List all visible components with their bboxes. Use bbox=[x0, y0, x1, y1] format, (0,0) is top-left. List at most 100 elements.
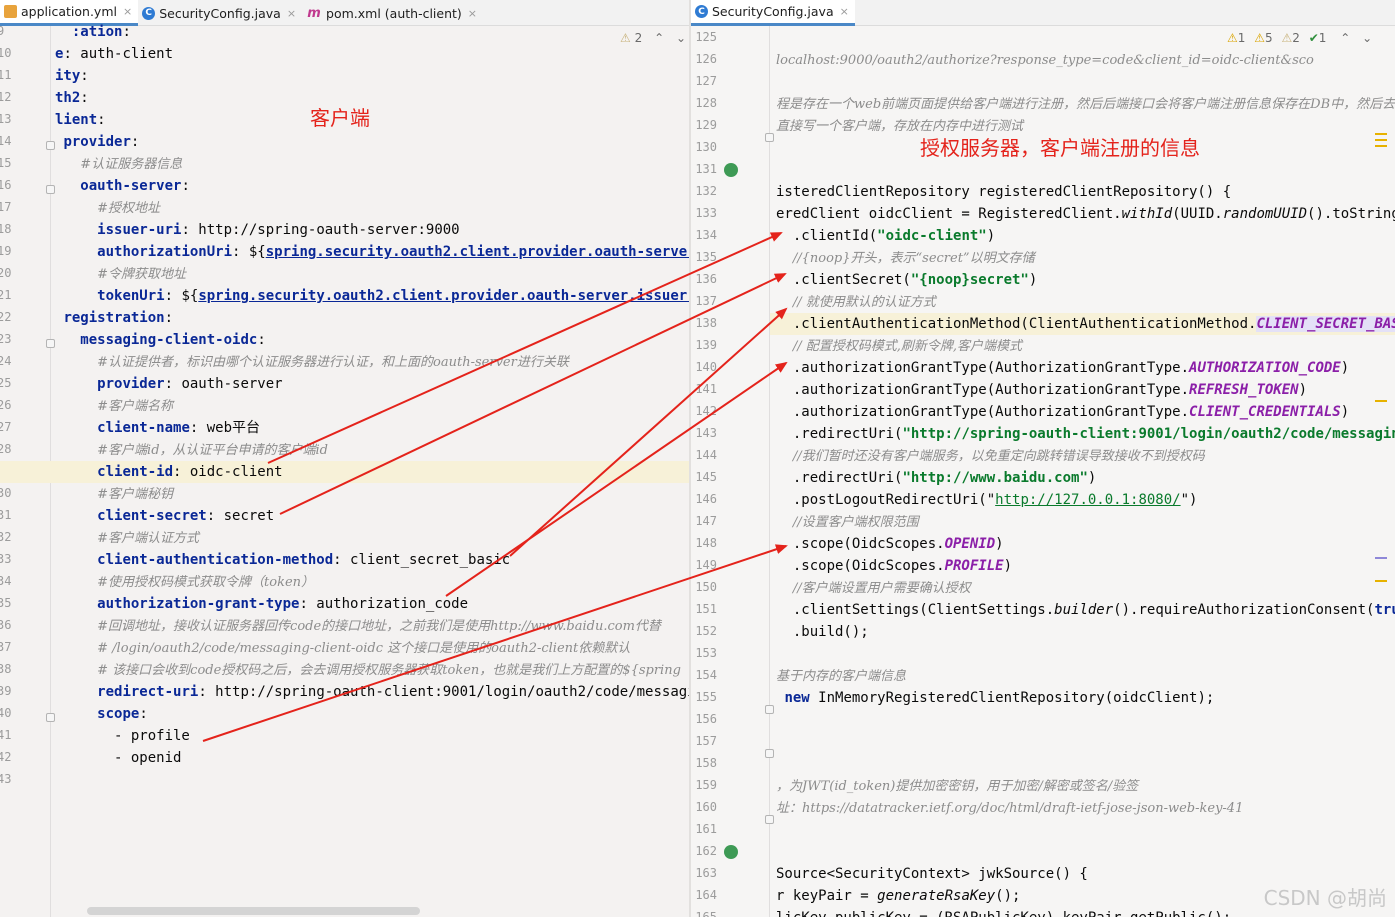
code-line[interactable]: ，为JWT(id_token)提供加密密钥，用于加密/解密或签名/验签 bbox=[776, 775, 1138, 797]
code-line[interactable]: #令牌获取地址 bbox=[55, 263, 186, 285]
code-line[interactable]: .clientSecret("{noop}secret") bbox=[776, 269, 1037, 291]
horizontal-scrollbar[interactable] bbox=[87, 907, 420, 915]
code-line[interactable]: #客户端id，从认证平台申请的客户端id bbox=[55, 439, 328, 461]
code-line[interactable]: licKey publicKey = (RSAPublicKey) keyPai… bbox=[776, 907, 1231, 917]
code-line[interactable]: // 配置授权码模式,刷新令牌,客户端模式 bbox=[776, 335, 1022, 357]
code-line[interactable]: tokenUri: ${spring.security.oauth2.clien… bbox=[55, 285, 690, 307]
code-line[interactable]: //设置客户端权限范围 bbox=[776, 511, 919, 533]
close-icon[interactable]: × bbox=[123, 5, 132, 18]
code-line[interactable]: isteredClientRepository registeredClient… bbox=[776, 181, 1231, 203]
code-line[interactable]: messaging-client-oidc: bbox=[55, 329, 265, 351]
code-line[interactable]: Source<SecurityContext> jwkSource() { bbox=[776, 863, 1088, 885]
code-line[interactable]: issuer-uri: http://spring-oauth-server:9… bbox=[55, 219, 459, 241]
code-line[interactable]: - openid bbox=[55, 747, 181, 769]
code-line[interactable]: authorization-grant-type: authorization_… bbox=[55, 593, 468, 615]
fold-marker[interactable] bbox=[46, 713, 55, 722]
code-line[interactable]: new InMemoryRegisteredClientRepository(o… bbox=[776, 687, 1214, 709]
code-line[interactable]: localhost:9000/oauth2/authorize?response… bbox=[776, 49, 1314, 71]
editor-tab[interactable]: m pom.xml (auth-client) × bbox=[302, 0, 483, 26]
code-line[interactable]: //我们暂时还没有客户端服务，以免重定向跳转错误导致接收不到授权码 bbox=[776, 445, 1205, 467]
code-line[interactable]: 基于内存的客户端信息 bbox=[776, 665, 906, 687]
code-token: //我们暂时还没有客户端服务，以免重定向跳转错误导致接收不到授权码 bbox=[792, 449, 1205, 464]
code-token: http://127.0.0.1:8080/ bbox=[995, 492, 1181, 508]
left-inspection-widget[interactable]: ⚠ 2 ⌃ ⌄ bbox=[620, 31, 686, 45]
code-line[interactable]: .build(); bbox=[776, 621, 869, 643]
code-line[interactable]: provider: oauth-server bbox=[55, 373, 282, 395]
fold-marker[interactable] bbox=[46, 141, 55, 150]
spring-bean-gutter-icon[interactable] bbox=[724, 163, 738, 177]
scrollbar-marker[interactable] bbox=[1375, 133, 1387, 135]
code-line[interactable]: .scope(OidcScopes.OPENID) bbox=[776, 533, 1004, 555]
code-line[interactable]: // 就使用默认的认证方式 bbox=[776, 291, 936, 313]
code-line[interactable]: .scope(OidcScopes.PROFILE) bbox=[776, 555, 1012, 577]
code-line[interactable]: # 该接口会收到code授权码之后，会去调用授权服务器获取token，也就是我们… bbox=[55, 659, 681, 681]
code-line[interactable] bbox=[776, 27, 788, 49]
code-line[interactable]: eredClient oidcClient = RegisteredClient… bbox=[776, 203, 1395, 225]
fold-marker[interactable] bbox=[765, 749, 774, 758]
scrollbar-marker[interactable] bbox=[1375, 557, 1387, 559]
code-line[interactable]: #客户端认证方式 bbox=[55, 527, 199, 549]
code-line[interactable]: client-name: web平台 bbox=[55, 417, 260, 439]
code-line[interactable]: client-id: oidc-client bbox=[55, 461, 282, 483]
code-line[interactable]: lient: bbox=[55, 109, 106, 131]
previous-highlight-icon[interactable]: ⌃ bbox=[1340, 31, 1350, 45]
code-line[interactable]: authorizationUri: ${spring.security.oaut… bbox=[55, 241, 690, 263]
code-line[interactable]: .clientSettings(ClientSettings.builder()… bbox=[776, 599, 1395, 621]
line-number: 138 bbox=[695, 316, 717, 330]
code-line[interactable]: .redirectUri("http://spring-oauth-client… bbox=[776, 423, 1395, 445]
code-line[interactable]: #客户端秘钥 bbox=[55, 483, 173, 505]
fold-marker[interactable] bbox=[46, 185, 55, 194]
code-line[interactable]: th2: bbox=[55, 87, 89, 109]
code-line[interactable]: #认证提供者，标识由哪个认证服务器进行认证，和上面的oauth-server进行… bbox=[55, 351, 569, 373]
right-inspection-widget[interactable]: ⚠1 ⚠5 ⚠2 ✔1 ⌃ ⌄ bbox=[1227, 31, 1372, 45]
code-line[interactable]: .clientAuthenticationMethod(ClientAuthen… bbox=[776, 313, 1395, 335]
code-line[interactable]: registration: bbox=[55, 307, 173, 329]
next-highlight-icon[interactable]: ⌄ bbox=[676, 31, 686, 45]
code-line[interactable]: provider: bbox=[55, 131, 139, 153]
code-line[interactable]: scope: bbox=[55, 703, 148, 725]
code-line[interactable]: #使用授权码模式获取令牌（token） bbox=[55, 571, 314, 593]
next-highlight-icon[interactable]: ⌄ bbox=[1362, 31, 1372, 45]
code-line[interactable]: #认证服务器信息 bbox=[55, 153, 182, 175]
scrollbar-marker[interactable] bbox=[1375, 400, 1387, 402]
code-line[interactable]: client-authentication-method: client_sec… bbox=[55, 549, 510, 571]
code-line[interactable]: oauth-server: bbox=[55, 175, 190, 197]
scrollbar-marker[interactable] bbox=[1375, 145, 1387, 147]
previous-highlight-icon[interactable]: ⌃ bbox=[654, 31, 664, 45]
code-line[interactable]: .clientId("oidc-client") bbox=[776, 225, 995, 247]
code-line[interactable]: 程是存在一个web前端页面提供给客户端进行注册，然后后端接口会将客户端注册信息保… bbox=[776, 93, 1395, 115]
code-line[interactable]: .authorizationGrantType(AuthorizationGra… bbox=[776, 401, 1349, 423]
scrollbar-marker[interactable] bbox=[1375, 580, 1387, 582]
code-line[interactable]: //客户端设置用户需要确认授权 bbox=[776, 577, 971, 599]
code-line[interactable]: #回调地址，接收认证服务器回传code的接口地址，之前我们是使用http://w… bbox=[55, 615, 661, 637]
code-line[interactable]: redirect-uri: http://spring-oauth-client… bbox=[55, 681, 690, 703]
code-line[interactable]: #授权地址 bbox=[55, 197, 160, 219]
spring-bean-gutter-icon[interactable] bbox=[724, 845, 738, 859]
close-icon[interactable]: × bbox=[840, 5, 849, 18]
code-line[interactable]: //{noop}开头，表示“secret”以明文存储 bbox=[776, 247, 1035, 269]
editor-tab[interactable]: C SecurityConfig.java × bbox=[691, 0, 855, 26]
client-annotation-label: 客户端 bbox=[310, 106, 370, 130]
code-line[interactable]: .postLogoutRedirectUri("http://127.0.0.1… bbox=[776, 489, 1198, 511]
fold-marker[interactable] bbox=[765, 133, 774, 142]
scrollbar-marker[interactable] bbox=[1375, 139, 1387, 141]
close-icon[interactable]: × bbox=[287, 7, 296, 20]
code-line[interactable]: 址：https://datatracker.ietf.org/doc/html/… bbox=[776, 797, 1243, 819]
code-line[interactable]: .authorizationGrantType(AuthorizationGra… bbox=[776, 357, 1349, 379]
code-line[interactable]: #客户端名称 bbox=[55, 395, 173, 417]
code-line[interactable]: ity: bbox=[55, 65, 89, 87]
fold-marker[interactable] bbox=[765, 815, 774, 824]
close-icon[interactable]: × bbox=[468, 7, 477, 20]
line-number: 158 bbox=[695, 756, 717, 770]
code-line[interactable]: .redirectUri("http://www.baidu.com") bbox=[776, 467, 1096, 489]
fold-marker[interactable] bbox=[765, 705, 774, 714]
fold-marker[interactable] bbox=[46, 339, 55, 348]
code-line[interactable]: - profile bbox=[55, 725, 190, 747]
code-line[interactable]: .authorizationGrantType(AuthorizationGra… bbox=[776, 379, 1307, 401]
code-line[interactable]: r keyPair = generateRsaKey(); bbox=[776, 885, 1020, 907]
editor-tab[interactable]: C SecurityConfig.java × bbox=[138, 0, 302, 26]
code-line[interactable]: client-secret: secret bbox=[55, 505, 274, 527]
code-line[interactable]: # /login/oauth2/code/messaging-client-oi… bbox=[55, 637, 630, 659]
code-line[interactable]: :ation: bbox=[55, 21, 131, 43]
code-line[interactable]: e: auth-client bbox=[55, 43, 173, 65]
